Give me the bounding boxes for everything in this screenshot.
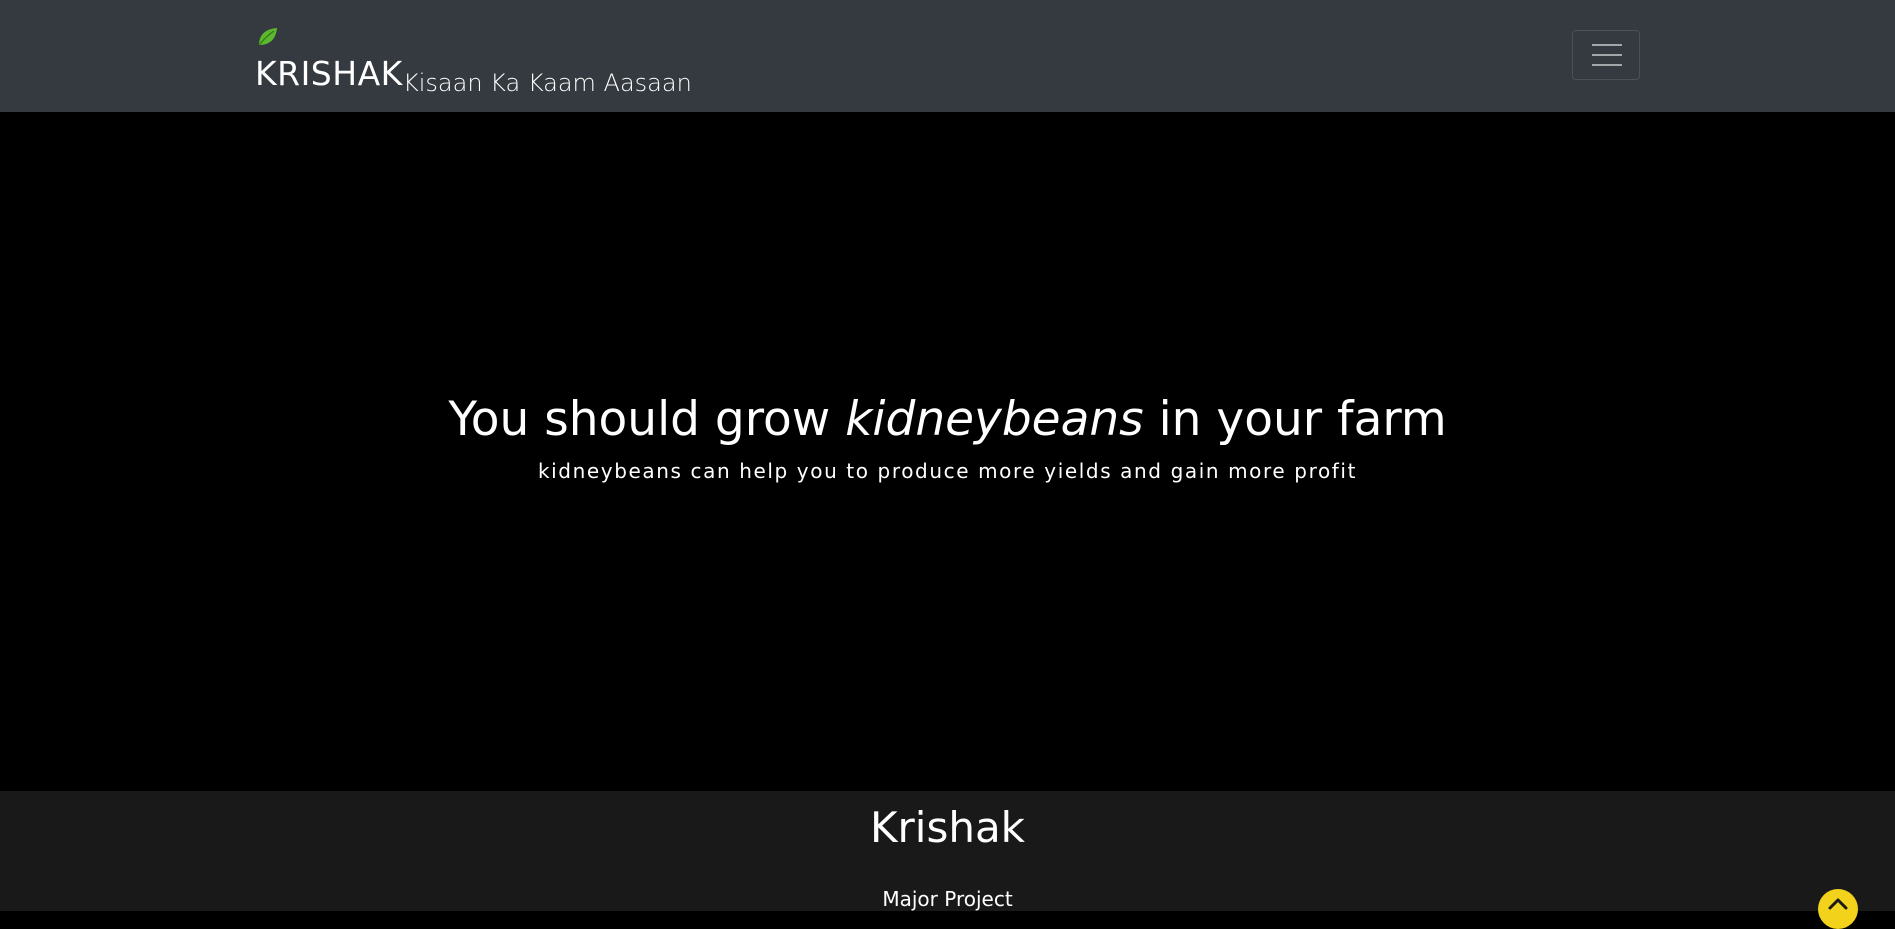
leaf-icon xyxy=(258,28,277,46)
back-to-top-button[interactable] xyxy=(1818,889,1858,929)
brand-name: KRISHAK xyxy=(255,54,403,93)
title-prefix: You should grow xyxy=(448,392,846,447)
page-footer: Krishak Major Project xyxy=(0,791,1895,911)
footer-title: Krishak xyxy=(869,803,1026,852)
recommendation-hero: You should grow kidneybeans in your farm… xyxy=(0,112,1895,791)
chevron-up-icon xyxy=(1828,898,1848,910)
top-navbar: KRISHAK Kisaan Ka Kaam Aasaan xyxy=(0,0,1895,112)
title-suffix: in your farm xyxy=(1143,392,1447,447)
recommendation-subtitle: kidneybeans can help you to produce more… xyxy=(537,459,1358,483)
recommended-crop: kidneybeans xyxy=(845,392,1144,447)
brand-tagline: Kisaan Ka Kaam Aasaan xyxy=(403,69,692,97)
footer-subtitle: Major Project xyxy=(882,887,1013,911)
navbar-toggle-button[interactable] xyxy=(1572,30,1640,80)
recommendation-title: You should grow kidneybeans in your farm xyxy=(0,392,1895,447)
